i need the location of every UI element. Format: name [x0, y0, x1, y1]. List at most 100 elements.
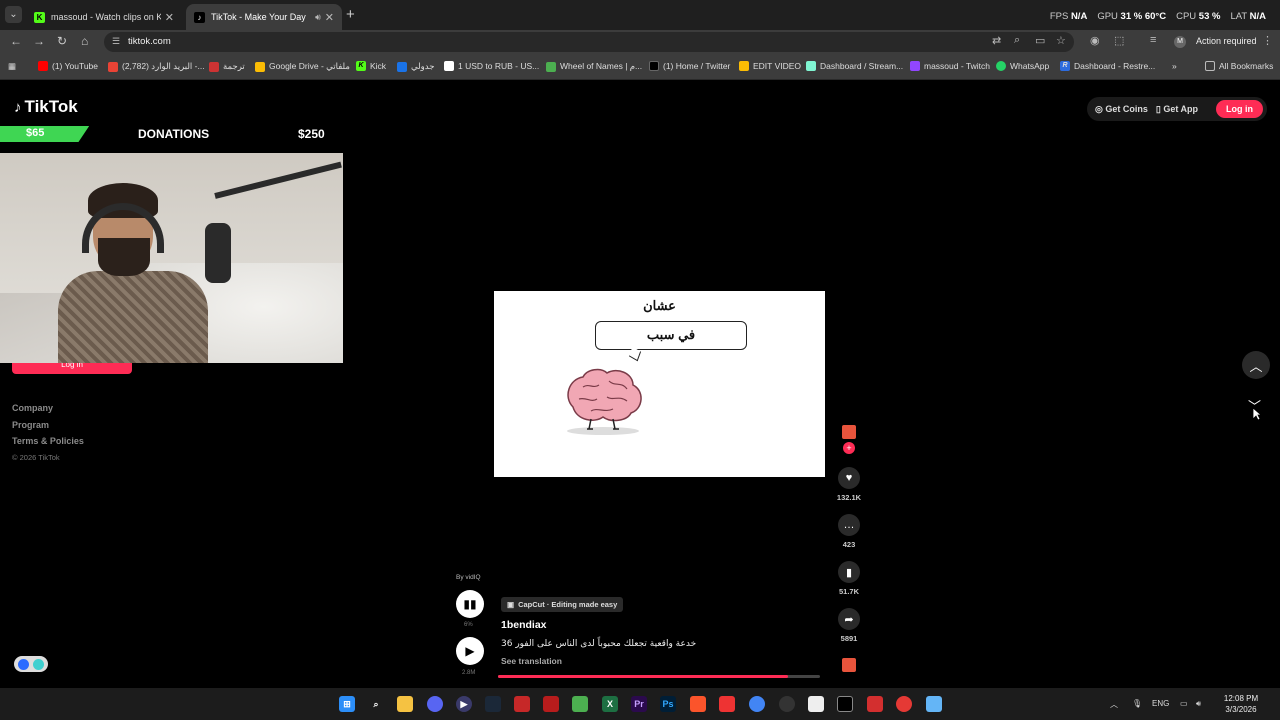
bookmark-restream[interactable]: R Dashboard - Restre...: [1060, 61, 1155, 71]
creator-avatar[interactable]: [842, 425, 856, 439]
media-icon[interactable]: ≡: [1150, 34, 1156, 46]
app-icon-red2[interactable]: [867, 696, 883, 712]
app-icon-white[interactable]: [808, 696, 824, 712]
bookmark-translate[interactable]: ترجمة: [209, 61, 245, 72]
apps-icon[interactable]: ▦: [8, 61, 16, 72]
file-explorer-icon[interactable]: [397, 696, 413, 712]
bookmark-label: WhatsApp: [1010, 61, 1050, 71]
see-translation-link[interactable]: See translation: [501, 656, 562, 666]
new-tab-icon[interactable]: +: [346, 6, 355, 23]
chrome-icon[interactable]: [749, 696, 765, 712]
tray-overflow-icon[interactable]: ︿: [1110, 699, 1118, 710]
follow-plus-icon[interactable]: +: [843, 442, 855, 454]
notepad-icon[interactable]: [926, 696, 942, 712]
bookmark-gmail[interactable]: (2,782) البريد الوارد -...: [108, 61, 205, 72]
footer-terms-link[interactable]: Terms & Policies: [12, 433, 84, 450]
steam-icon[interactable]: [485, 696, 501, 712]
address-bar[interactable]: ☰ tiktok.com: [104, 32, 1074, 52]
excel-icon[interactable]: X: [602, 696, 618, 712]
donation-title: DONATIONS: [138, 127, 210, 141]
bookmark-twitter[interactable]: (1) Home / Twitter: [649, 61, 730, 71]
forward-icon[interactable]: →: [33, 34, 45, 48]
bookmark-usd-rub[interactable]: 1 USD to RUB - US...: [444, 61, 539, 71]
photoshop-icon[interactable]: Ps: [660, 696, 676, 712]
bookmark-youtube[interactable]: (1) YouTube: [38, 61, 98, 71]
obs-icon[interactable]: [779, 696, 795, 712]
like-button[interactable]: ♥ 132.1K: [836, 467, 862, 502]
get-coins-button[interactable]: ◎ Get Coins: [1095, 104, 1148, 115]
tab-tiktok[interactable]: ♪ TikTok - Make Your Day 🔊︎ ✕: [186, 4, 342, 30]
cast-icon[interactable]: ▭: [1035, 34, 1045, 47]
premiere-icon[interactable]: Pr: [631, 696, 647, 712]
discord-icon[interactable]: [427, 696, 443, 712]
close-tab-icon[interactable]: ✕: [325, 11, 334, 24]
share-button[interactable]: ➦ 5891: [836, 608, 862, 643]
search-icon[interactable]: ⌕: [368, 696, 384, 712]
speech-bubble: في سبب: [595, 321, 747, 350]
app-icon-darkred[interactable]: [543, 696, 559, 712]
footer-company-link[interactable]: Company: [12, 400, 84, 417]
bookmark-wheel[interactable]: Wheel of Names | م...: [546, 61, 642, 72]
tab-kick[interactable]: K massoud - Watch clips on Kick ✕: [26, 4, 182, 30]
tiktok-logo[interactable]: ♪ TikTok: [14, 97, 78, 117]
video-player[interactable]: عشان في سبب: [494, 291, 825, 477]
zoom-icon[interactable]: ⌕: [1014, 34, 1020, 47]
bookmark-streamlabs[interactable]: Dashboard / Stream...: [806, 61, 903, 71]
all-bookmarks[interactable]: All Bookmarks: [1205, 61, 1273, 71]
app-icon-image[interactable]: [719, 696, 735, 712]
bookmark-whatsapp[interactable]: WhatsApp: [996, 61, 1049, 71]
brave-icon[interactable]: [690, 696, 706, 712]
capcut-badge[interactable]: ▣ CapCut · Editing made easy: [501, 597, 624, 612]
stats-button[interactable]: ▮▮: [456, 590, 484, 618]
sound-disc-icon[interactable]: [842, 658, 856, 672]
bookmark-twitch[interactable]: massoud - Twitch: [910, 61, 990, 71]
more-menu-icon[interactable]: ⋮: [1262, 34, 1273, 47]
home-icon[interactable]: ⌂: [81, 34, 88, 48]
puzzle-icon[interactable]: ⬚: [1114, 34, 1124, 47]
save-button[interactable]: ▮ 51.7K: [836, 561, 862, 596]
bookmark-schedule[interactable]: جدولي: [397, 61, 435, 72]
language-indicator[interactable]: ENG: [1152, 699, 1169, 708]
mic-icon[interactable]: 🎙︎: [1132, 699, 1142, 708]
bookmarks-overflow-icon[interactable]: »: [1172, 61, 1177, 71]
media-player-icon[interactable]: ▶: [456, 696, 472, 712]
tab-title: TikTok - Make Your Day: [211, 12, 306, 22]
site-info-icon[interactable]: ☰: [112, 36, 120, 47]
video-progress[interactable]: [498, 675, 820, 678]
play-button[interactable]: ▶: [456, 637, 484, 665]
comment-icon: …: [838, 514, 860, 536]
volume-icon[interactable]: 🔊︎: [1196, 699, 1201, 709]
comment-button[interactable]: … 423: [836, 514, 862, 549]
logo-text: TikTok: [24, 97, 78, 116]
bookmark-star-icon[interactable]: ☆: [1056, 34, 1066, 47]
tab-search-icon[interactable]: ⌄: [5, 6, 22, 23]
close-tab-icon[interactable]: ✕: [165, 11, 174, 24]
start-icon[interactable]: ⊞: [339, 696, 355, 712]
stats-percent: 6%: [464, 622, 473, 628]
creative-cloud-icon[interactable]: [896, 696, 912, 712]
bookmark-label: جدولي: [411, 61, 435, 71]
login-button[interactable]: Log in: [1216, 100, 1263, 118]
extension-icon[interactable]: ◉: [1090, 34, 1100, 47]
bookmark-label: All Bookmarks: [1219, 61, 1274, 71]
author-name[interactable]: 1bendiax: [501, 619, 547, 631]
theme-toggle[interactable]: [14, 656, 48, 672]
system-clock[interactable]: 12:08 PM 3/3/2026: [1210, 693, 1272, 715]
app-icon-red[interactable]: [514, 696, 530, 712]
bookmark-kick[interactable]: K Kick: [356, 61, 386, 71]
network-icon[interactable]: ▭: [1180, 699, 1188, 708]
translate-icon[interactable]: ⇄: [992, 34, 1001, 47]
app-icon-green[interactable]: [572, 696, 588, 712]
reload-icon[interactable]: ↻: [57, 34, 67, 48]
previous-video-button[interactable]: ︿: [1242, 351, 1270, 379]
bookmark-edit-video[interactable]: EDIT VIDEO: [739, 61, 801, 71]
profile-avatar[interactable]: M: [1174, 36, 1186, 48]
footer-program-link[interactable]: Program: [12, 417, 84, 434]
bookmark-drive[interactable]: Google Drive - ملفاتي: [255, 61, 350, 72]
video-caption: خدعة واقعية تجعلك محبوباً لدى الناس على …: [501, 639, 697, 649]
back-icon[interactable]: ←: [10, 34, 22, 48]
capcut-taskbar-icon[interactable]: [837, 696, 853, 712]
get-app-button[interactable]: ▯ Get App: [1156, 104, 1198, 115]
speaker-icon[interactable]: 🔊︎: [315, 12, 321, 23]
action-required-button[interactable]: Action required: [1196, 36, 1257, 46]
